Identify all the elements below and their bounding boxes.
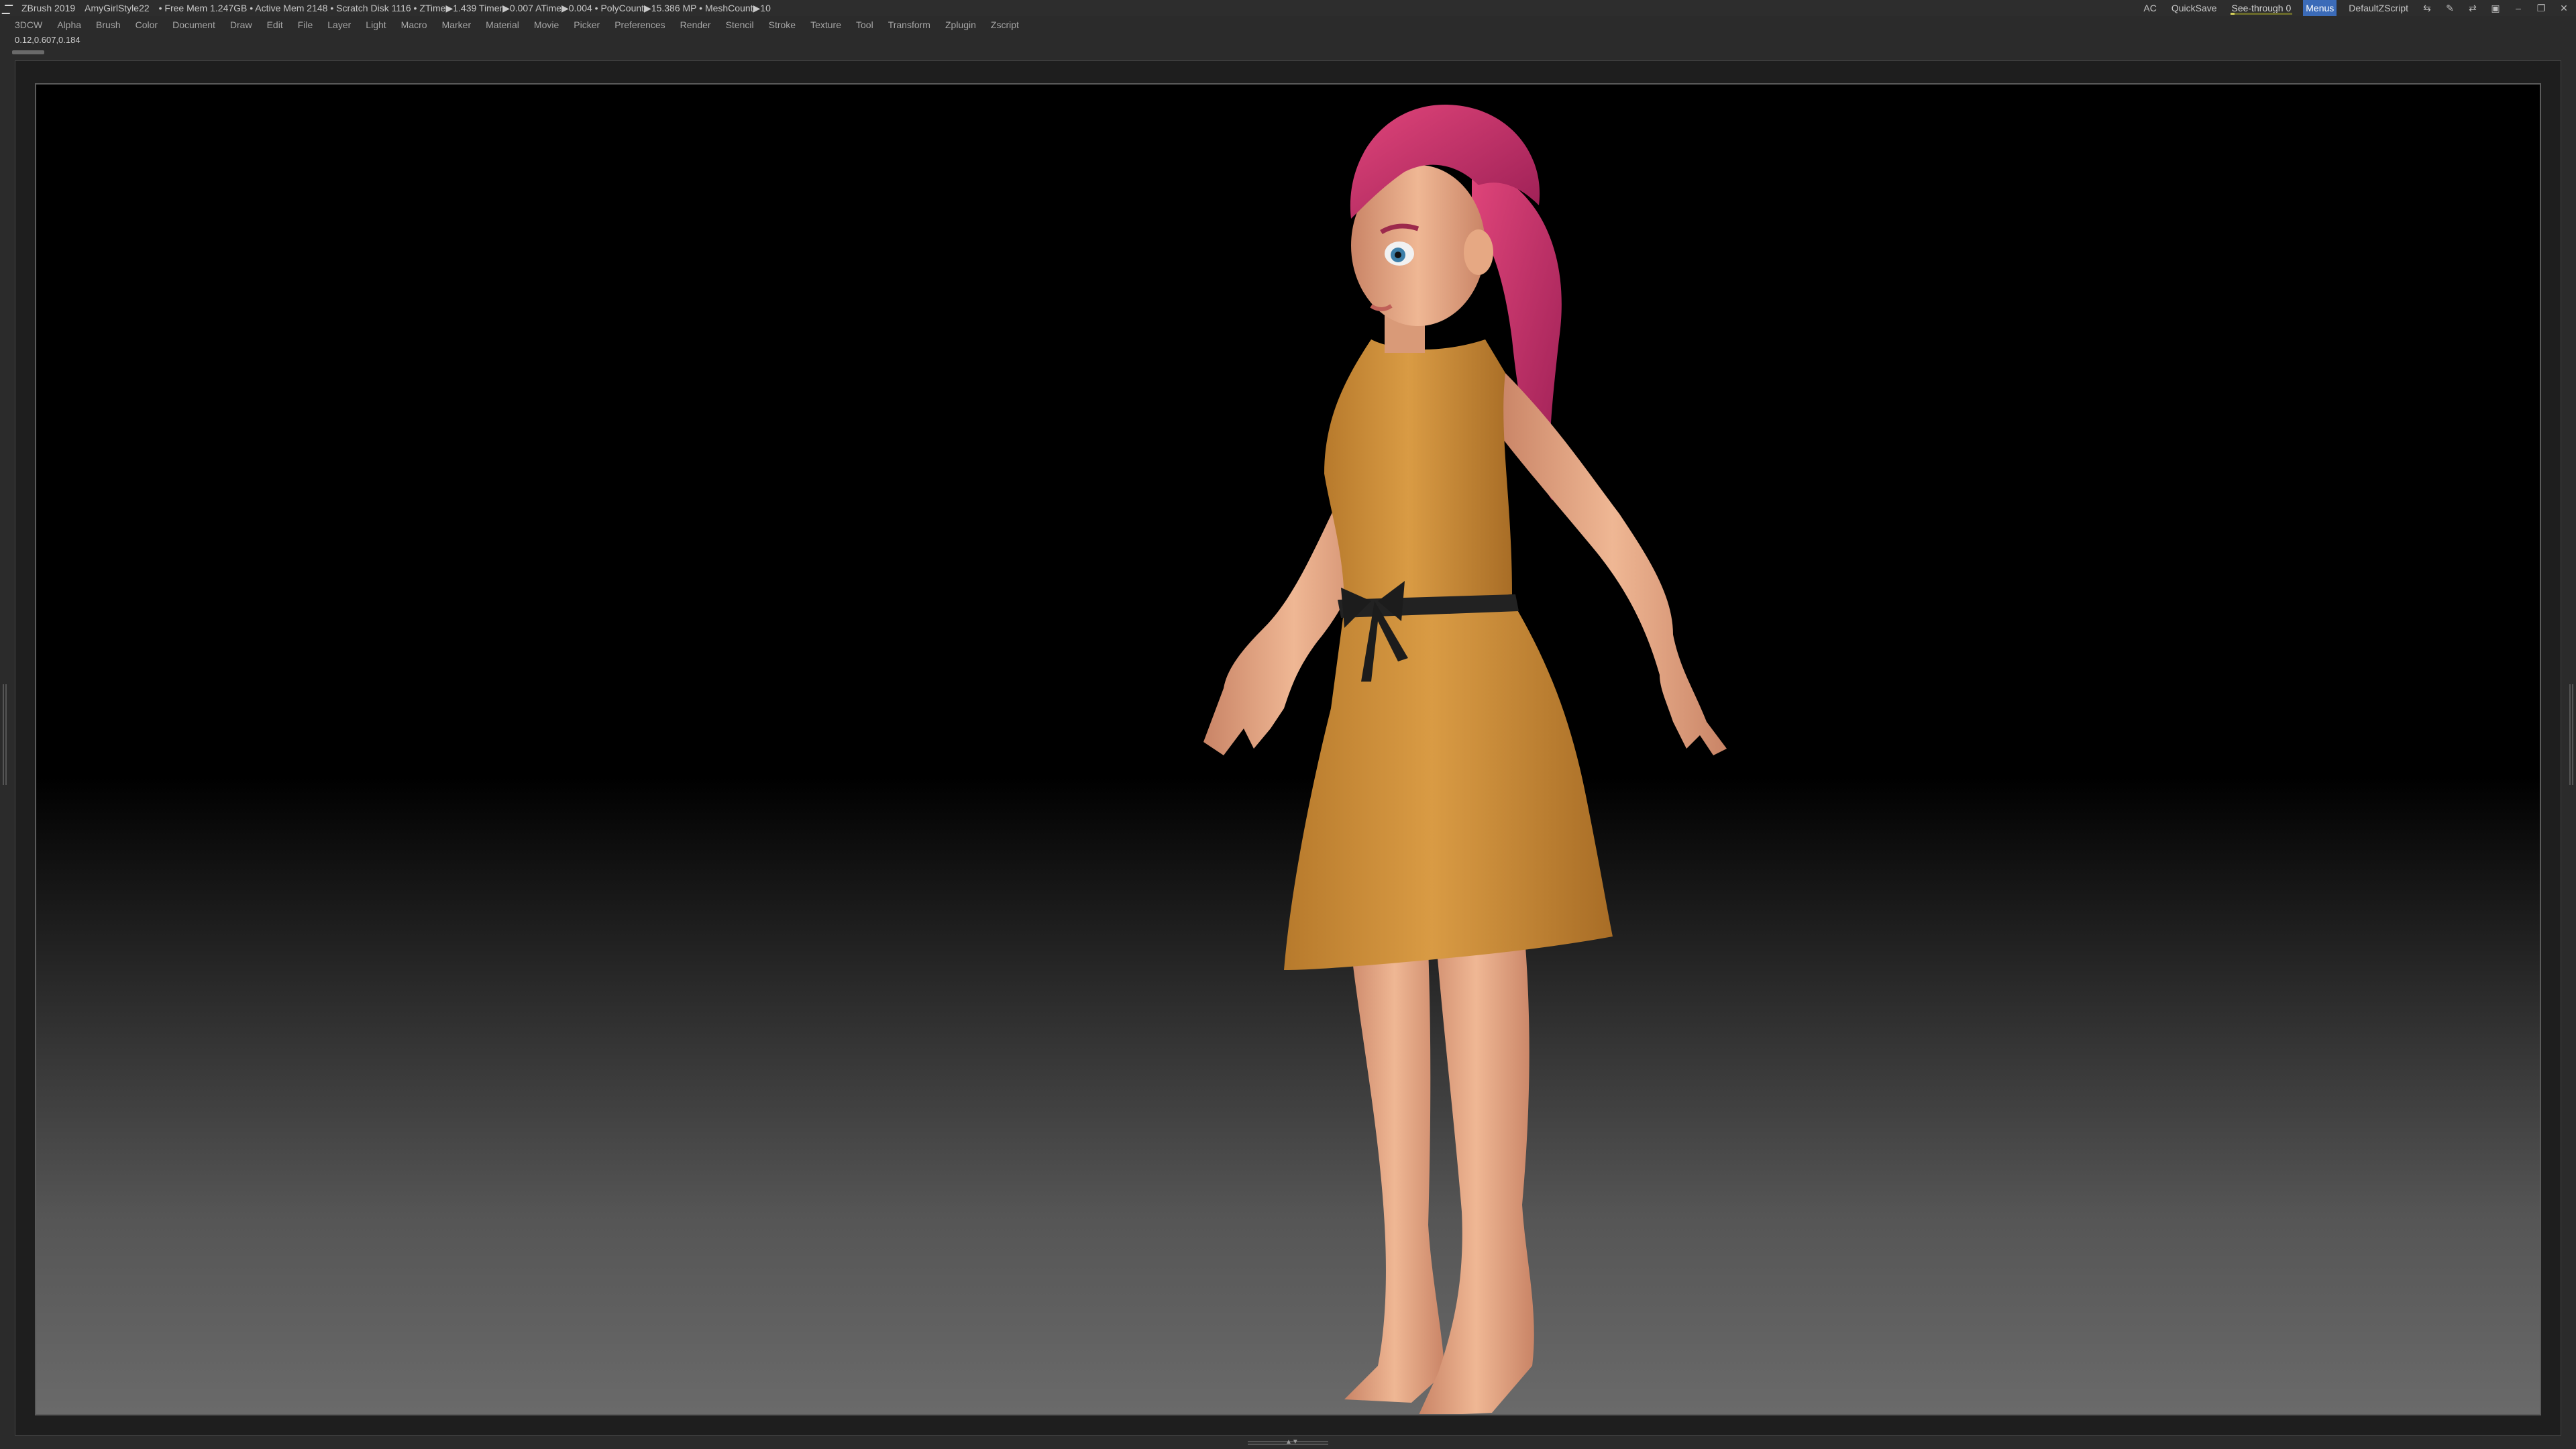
viewport-canvas[interactable]: [35, 83, 2541, 1415]
see-through-slider[interactable]: See-through 0: [2229, 0, 2294, 16]
layout-icon[interactable]: ⇆: [2420, 0, 2434, 16]
menu-texture[interactable]: Texture: [804, 16, 849, 34]
menu-preferences[interactable]: Preferences: [608, 16, 673, 34]
right-tray-handle[interactable]: [2569, 684, 2573, 785]
menu-document[interactable]: Document: [166, 16, 223, 34]
menu-stroke[interactable]: Stroke: [762, 16, 804, 34]
minimize-icon[interactable]: –: [2512, 0, 2525, 16]
menu-alpha[interactable]: Alpha: [50, 16, 89, 34]
character-model: [1203, 105, 1727, 1414]
menu-draw[interactable]: Draw: [223, 16, 260, 34]
menu-material[interactable]: Material: [479, 16, 527, 34]
quicksave-button[interactable]: QuickSave: [2169, 0, 2220, 16]
menu-bar: 3DCW Alpha Brush Color Document Draw Edi…: [0, 16, 2576, 34]
menu-light[interactable]: Light: [359, 16, 394, 34]
default-zscript-button[interactable]: DefaultZScript: [2346, 0, 2411, 16]
menu-edit[interactable]: Edit: [260, 16, 291, 34]
progress-bar: [12, 50, 44, 54]
menu-picker[interactable]: Picker: [567, 16, 608, 34]
restore-icon[interactable]: ❐: [2534, 0, 2548, 16]
bottom-tray-handle[interactable]: ▲▼: [1248, 1438, 1328, 1446]
menu-stencil[interactable]: Stencil: [719, 16, 762, 34]
close-icon[interactable]: ✕: [2557, 0, 2571, 16]
lock-icon[interactable]: ▣: [2489, 0, 2502, 16]
brush-icon[interactable]: ✎: [2443, 0, 2457, 16]
memory-stats: • Free Mem 1.247GB • Active Mem 2148 • S…: [158, 3, 771, 13]
ac-button[interactable]: AC: [2141, 0, 2159, 16]
menu-zplugin[interactable]: Zplugin: [938, 16, 984, 34]
see-through-label: See-through 0: [2231, 3, 2292, 13]
menu-color[interactable]: Color: [129, 16, 166, 34]
menu-tool[interactable]: Tool: [849, 16, 881, 34]
menu-zscript[interactable]: Zscript: [984, 16, 1027, 34]
menu-macro[interactable]: Macro: [394, 16, 435, 34]
menu-transform[interactable]: Transform: [881, 16, 938, 34]
zbrush-logo-icon: [3, 3, 12, 13]
menu-3dcw[interactable]: 3DCW: [9, 16, 50, 34]
menu-render[interactable]: Render: [674, 16, 719, 34]
menu-file[interactable]: File: [291, 16, 321, 34]
menu-movie[interactable]: Movie: [527, 16, 567, 34]
app-title: ZBrush 2019: [21, 3, 76, 13]
menus-button[interactable]: Menus: [2303, 0, 2337, 16]
dress-skirt: [1284, 601, 1613, 970]
menu-marker[interactable]: Marker: [435, 16, 480, 34]
dress-bodice: [1324, 339, 1512, 608]
project-name: AmyGirlStyle22: [85, 3, 150, 13]
coordinate-readout: 0.12,0.607,0.184: [15, 35, 80, 45]
left-tray-handle[interactable]: [3, 684, 7, 785]
menu-brush[interactable]: Brush: [89, 16, 129, 34]
menu-layer[interactable]: Layer: [321, 16, 359, 34]
swap-icon[interactable]: ⇄: [2466, 0, 2479, 16]
title-bar: ZBrush 2019 AmyGirlStyle22 • Free Mem 1.…: [0, 0, 2576, 16]
